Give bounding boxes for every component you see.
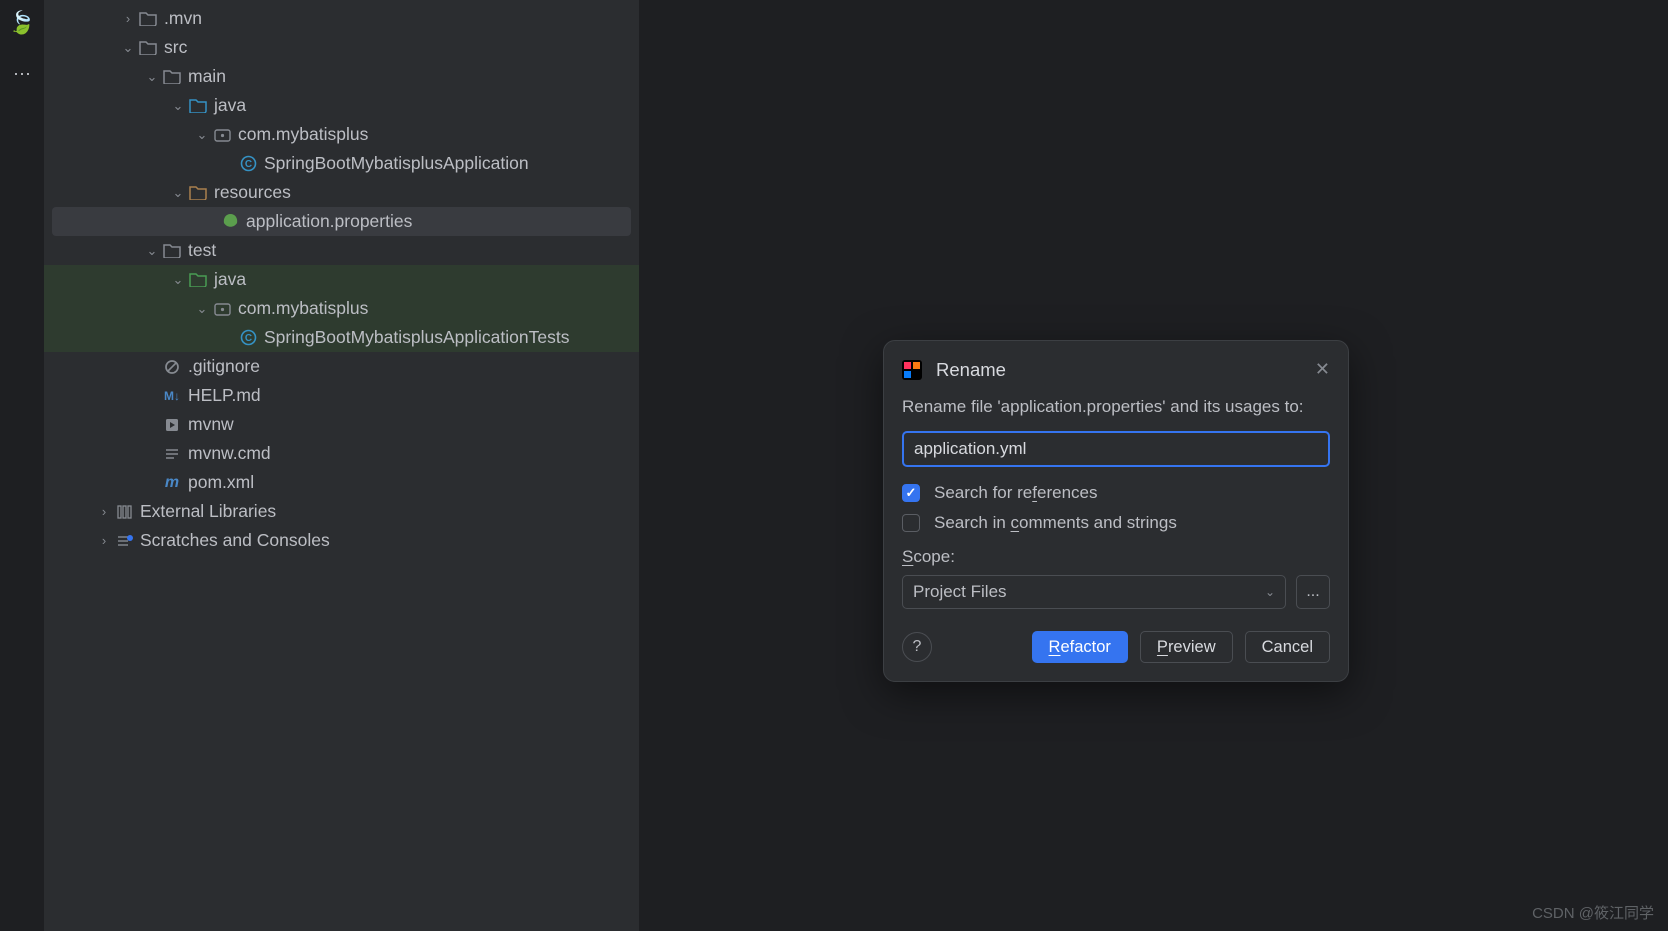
chevron-down-icon: ⌄ xyxy=(146,69,158,85)
folder-icon xyxy=(162,69,182,84)
rename-dialog: Rename ✕ Rename file 'application.proper… xyxy=(883,340,1349,682)
tree-item-src[interactable]: ⌄ src xyxy=(44,33,639,62)
tree-item-resources[interactable]: ⌄ resources xyxy=(44,178,639,207)
checkbox-checked-icon: ✓ xyxy=(902,484,920,502)
tree-label: java xyxy=(214,95,246,116)
source-folder-icon xyxy=(188,98,208,113)
refactor-button[interactable]: Refactor xyxy=(1032,631,1128,663)
tree-item-java[interactable]: ⌄ java xyxy=(44,91,639,120)
ignore-icon xyxy=(162,359,182,375)
tree-item-help-md[interactable]: M↓ HELP.md xyxy=(44,381,639,410)
chevron-down-icon: ⌄ xyxy=(196,301,208,317)
dialog-title: Rename xyxy=(936,359,1006,381)
chevron-down-icon: ⌄ xyxy=(122,40,134,56)
scratch-icon xyxy=(114,533,134,549)
tree-item-gitignore[interactable]: .gitignore xyxy=(44,352,639,381)
class-icon: C xyxy=(238,329,258,346)
chevron-down-icon: ⌄ xyxy=(1265,585,1275,599)
tree-label: pom.xml xyxy=(188,472,254,493)
tree-label: resources xyxy=(214,182,291,203)
more-icon[interactable]: ⋯ xyxy=(13,64,31,85)
rename-input[interactable] xyxy=(902,431,1330,467)
class-icon: C xyxy=(238,155,258,172)
search-references-checkbox[interactable]: ✓ Search for references xyxy=(902,483,1330,503)
tree-label: External Libraries xyxy=(140,501,276,522)
project-tree-panel: › .mvn ⌄ src ⌄ main ⌄ java ⌄ xyxy=(44,0,640,931)
left-gutter: 🍃 ⋯ xyxy=(0,0,44,931)
markdown-icon: M↓ xyxy=(162,389,182,403)
scope-more-button[interactable]: ... xyxy=(1296,575,1330,609)
chevron-right-icon: › xyxy=(122,11,134,26)
editor-area: Rename ✕ Rename file 'application.proper… xyxy=(640,0,1668,931)
tree-label: mvnw xyxy=(188,414,234,435)
tree-label: com.mybatisplus xyxy=(238,298,368,319)
chevron-down-icon: ⌄ xyxy=(172,272,184,288)
maven-icon: m xyxy=(162,474,182,492)
script-icon xyxy=(162,417,182,433)
test-folder-icon xyxy=(188,272,208,287)
tree-label: SpringBootMybatisplusApplication xyxy=(264,153,529,174)
tree-label: SpringBootMybatisplusApplicationTests xyxy=(264,327,569,348)
scope-select[interactable]: Project Files ⌄ xyxy=(902,575,1286,609)
folder-icon xyxy=(138,40,158,55)
spring-config-icon xyxy=(220,213,240,230)
cancel-button[interactable]: Cancel xyxy=(1245,631,1330,663)
folder-icon xyxy=(162,243,182,258)
scope-value: Project Files xyxy=(913,582,1007,602)
tree-item-mvnw-cmd[interactable]: mvnw.cmd xyxy=(44,439,639,468)
tree-item-test-class[interactable]: C SpringBootMybatisplusApplicationTests xyxy=(44,323,639,352)
chevron-right-icon: › xyxy=(98,504,110,519)
folder-icon xyxy=(138,11,158,26)
help-button[interactable]: ? xyxy=(902,632,932,662)
rename-prompt-label: Rename file 'application.properties' and… xyxy=(902,397,1330,417)
tree-item-mvn[interactable]: › .mvn xyxy=(44,4,639,33)
resource-folder-icon xyxy=(188,185,208,200)
checkbox-label: Search for references xyxy=(934,483,1097,503)
tree-label: mvnw.cmd xyxy=(188,443,271,464)
library-icon xyxy=(114,504,134,520)
checkbox-label: Search in comments and strings xyxy=(934,513,1177,533)
chevron-down-icon: ⌄ xyxy=(172,98,184,114)
tree-label: .gitignore xyxy=(188,356,260,377)
text-file-icon xyxy=(162,446,182,462)
scope-label: Scope: xyxy=(902,547,1330,567)
tree-label: application.properties xyxy=(246,211,412,232)
tree-label: .mvn xyxy=(164,8,202,29)
project-tree: › .mvn ⌄ src ⌄ main ⌄ java ⌄ xyxy=(44,4,639,555)
app-brand-icon: 🍃 xyxy=(8,10,35,36)
tree-item-external-libs[interactable]: › External Libraries xyxy=(44,497,639,526)
preview-button[interactable]: Preview xyxy=(1140,631,1233,663)
tree-item-test-package[interactable]: ⌄ com.mybatisplus xyxy=(44,294,639,323)
chevron-down-icon: ⌄ xyxy=(196,127,208,143)
tree-label: main xyxy=(188,66,226,87)
checkbox-unchecked-icon xyxy=(902,514,920,532)
svg-text:C: C xyxy=(244,159,251,170)
chevron-down-icon: ⌄ xyxy=(146,243,158,259)
tree-item-main[interactable]: ⌄ main xyxy=(44,62,639,91)
package-icon xyxy=(212,302,232,316)
tree-item-scratches[interactable]: › Scratches and Consoles xyxy=(44,526,639,555)
tree-label: java xyxy=(214,269,246,290)
tree-item-test[interactable]: ⌄ test xyxy=(44,236,639,265)
svg-text:C: C xyxy=(244,333,251,344)
tree-label: HELP.md xyxy=(188,385,261,406)
watermark: CSDN @筱江同学 xyxy=(1532,902,1654,923)
tree-item-pom[interactable]: m pom.xml xyxy=(44,468,639,497)
close-icon[interactable]: ✕ xyxy=(1315,359,1330,380)
tree-label: src xyxy=(164,37,187,58)
tree-item-test-java[interactable]: ⌄ java xyxy=(44,265,639,294)
chevron-right-icon: › xyxy=(98,533,110,548)
tree-item-package[interactable]: ⌄ com.mybatisplus xyxy=(44,120,639,149)
tree-label: test xyxy=(188,240,216,261)
intellij-icon xyxy=(902,360,922,380)
chevron-down-icon: ⌄ xyxy=(172,185,184,201)
tree-label: Scratches and Consoles xyxy=(140,530,330,551)
tree-item-mvnw[interactable]: mvnw xyxy=(44,410,639,439)
package-icon xyxy=(212,128,232,142)
tree-label: com.mybatisplus xyxy=(238,124,368,145)
tree-item-app-class[interactable]: C SpringBootMybatisplusApplication xyxy=(44,149,639,178)
tree-item-app-properties[interactable]: application.properties xyxy=(52,207,631,236)
search-comments-checkbox[interactable]: Search in comments and strings xyxy=(902,513,1330,533)
